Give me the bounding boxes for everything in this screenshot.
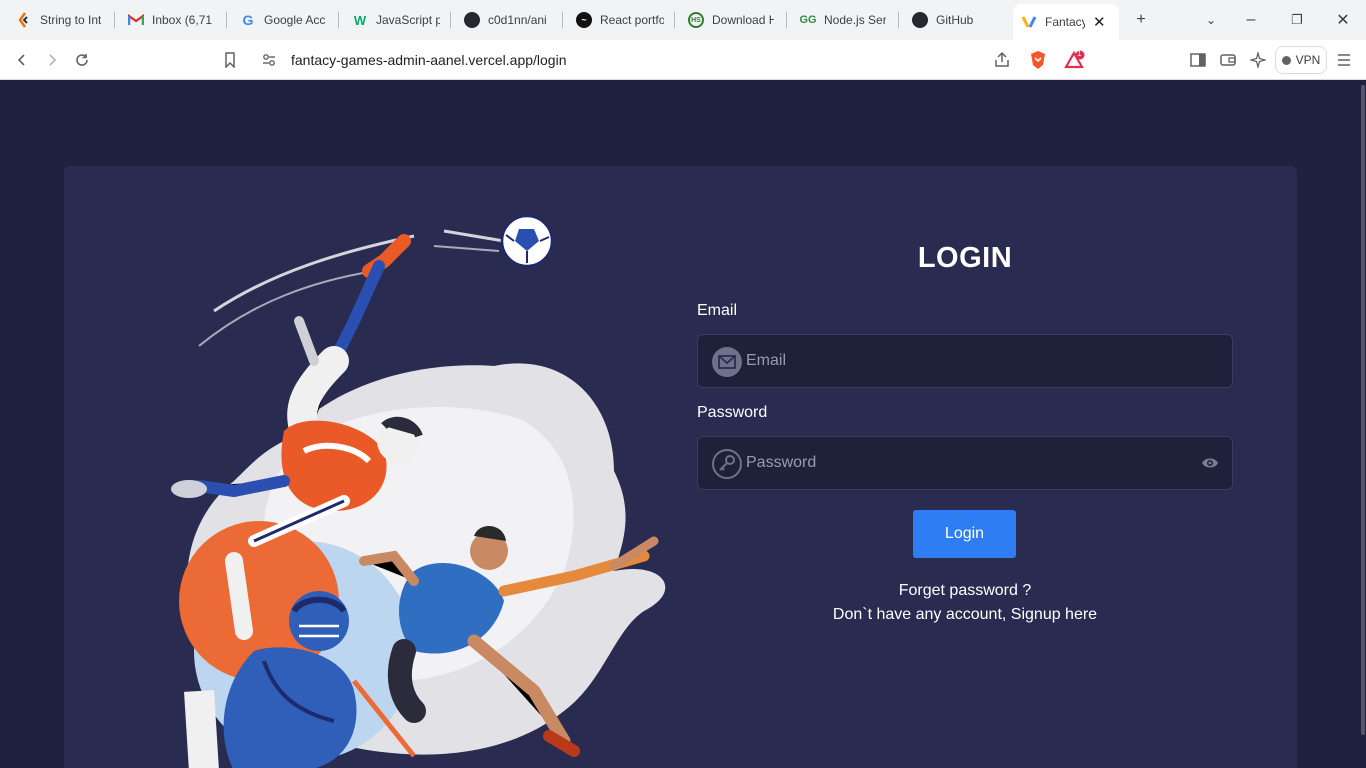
page: LOGIN Email Password: [0, 81, 1366, 768]
tab-title: Fantacy: [1045, 15, 1085, 29]
sports-illustration: [171, 214, 666, 768]
address-bar[interactable]: fantacy-games-admin-aanel.vercel.app/log…: [252, 45, 1102, 75]
react-icon: ~: [576, 12, 592, 28]
email-field-wrapper: [697, 334, 1233, 388]
minimize-icon[interactable]: –: [1239, 8, 1263, 32]
codepen-icon: [16, 12, 32, 28]
github-icon: [464, 12, 480, 28]
email-input[interactable]: [746, 335, 1186, 387]
leo-ai-icon[interactable]: [1246, 48, 1270, 72]
w3-icon: W: [353, 12, 367, 28]
share-icon[interactable]: [993, 51, 1011, 74]
tab-title: JavaScript p: [376, 13, 440, 27]
sidebar-icon[interactable]: [1186, 48, 1210, 72]
browser-toolbar: fantacy-games-admin-aanel.vercel.app/log…: [0, 40, 1366, 80]
menu-icon[interactable]: [1332, 48, 1356, 72]
new-tab-icon[interactable]: +: [1129, 8, 1153, 32]
vpn-label: VPN: [1295, 53, 1321, 67]
url-text: fantacy-games-admin-aanel.vercel.app/log…: [291, 52, 567, 68]
back-icon[interactable]: [10, 48, 34, 72]
browser-tab[interactable]: G Google Acc: [240, 6, 326, 34]
vpn-button[interactable]: VPN: [1275, 46, 1327, 74]
tab-title: GitHub: [936, 13, 974, 27]
login-button[interactable]: Login: [913, 510, 1016, 558]
browser-tab-active[interactable]: Fantacy ✕: [1013, 4, 1119, 40]
forgot-password-link[interactable]: Forget password ?: [697, 582, 1233, 600]
tab-search-icon[interactable]: ⌄: [1199, 8, 1223, 32]
password-input[interactable]: [746, 437, 1186, 489]
login-title: LOGIN: [917, 242, 1013, 274]
browser-tab[interactable]: Inbox (6,71: [128, 6, 214, 34]
site-settings-icon[interactable]: [261, 52, 277, 73]
tab-title: String to Int: [40, 13, 102, 27]
tab-title: Node.js Ser: [824, 13, 886, 27]
fantacy-icon: [1021, 14, 1037, 30]
key-icon: [712, 449, 742, 479]
tab-title: Google Acc: [264, 13, 326, 27]
browser-tab[interactable]: String to Int: [16, 6, 104, 34]
email-label: Email: [697, 302, 738, 319]
password-field-wrapper: [697, 436, 1233, 490]
restore-icon[interactable]: ❐: [1285, 8, 1309, 32]
brave-shields-icon[interactable]: [1029, 50, 1047, 75]
show-password-icon[interactable]: [1201, 456, 1219, 470]
google-icon: G: [242, 12, 254, 28]
browser-tab[interactable]: ~ React portfo: [576, 6, 664, 34]
tab-title: Download H: [712, 13, 774, 27]
gmail-icon: [128, 12, 144, 28]
github-icon: [912, 12, 928, 28]
tab-title: c0d1nn/ani: [488, 13, 547, 27]
bookmark-icon[interactable]: [218, 48, 242, 72]
tab-title: Inbox (6,71: [152, 13, 213, 27]
browser-tab[interactable]: W JavaScript p: [352, 6, 440, 34]
vpn-status-icon: [1281, 55, 1291, 65]
page-scrollbar[interactable]: [1360, 81, 1366, 768]
reload-icon[interactable]: [70, 48, 94, 72]
forward-icon[interactable]: [40, 48, 64, 72]
close-tab-icon[interactable]: ✕: [1093, 13, 1106, 31]
brave-rewards-icon[interactable]: 1: [1064, 49, 1086, 75]
password-label: Password: [697, 404, 768, 421]
rewards-badge: 1: [1077, 49, 1082, 58]
gfg-icon: GG: [800, 14, 817, 26]
login-card: LOGIN Email Password: [64, 166, 1297, 768]
browser-tab[interactable]: GitHub: [912, 6, 998, 34]
browser-tab-bar: String to Int Inbox (6,71 G Google Acc W…: [0, 0, 1366, 40]
tab-title: React portfo: [600, 13, 664, 27]
signup-link[interactable]: Don`t have any account, Signup here: [697, 606, 1233, 624]
browser-tab[interactable]: GG Node.js Ser: [800, 6, 886, 34]
browser-tab[interactable]: c0d1nn/ani: [464, 6, 550, 34]
wallet-icon[interactable]: [1216, 48, 1240, 72]
close-window-icon[interactable]: ✕: [1331, 8, 1355, 32]
browser-tab[interactable]: HS Download H: [688, 6, 774, 34]
download-icon: HS: [688, 12, 704, 28]
envelope-icon: [712, 347, 742, 377]
